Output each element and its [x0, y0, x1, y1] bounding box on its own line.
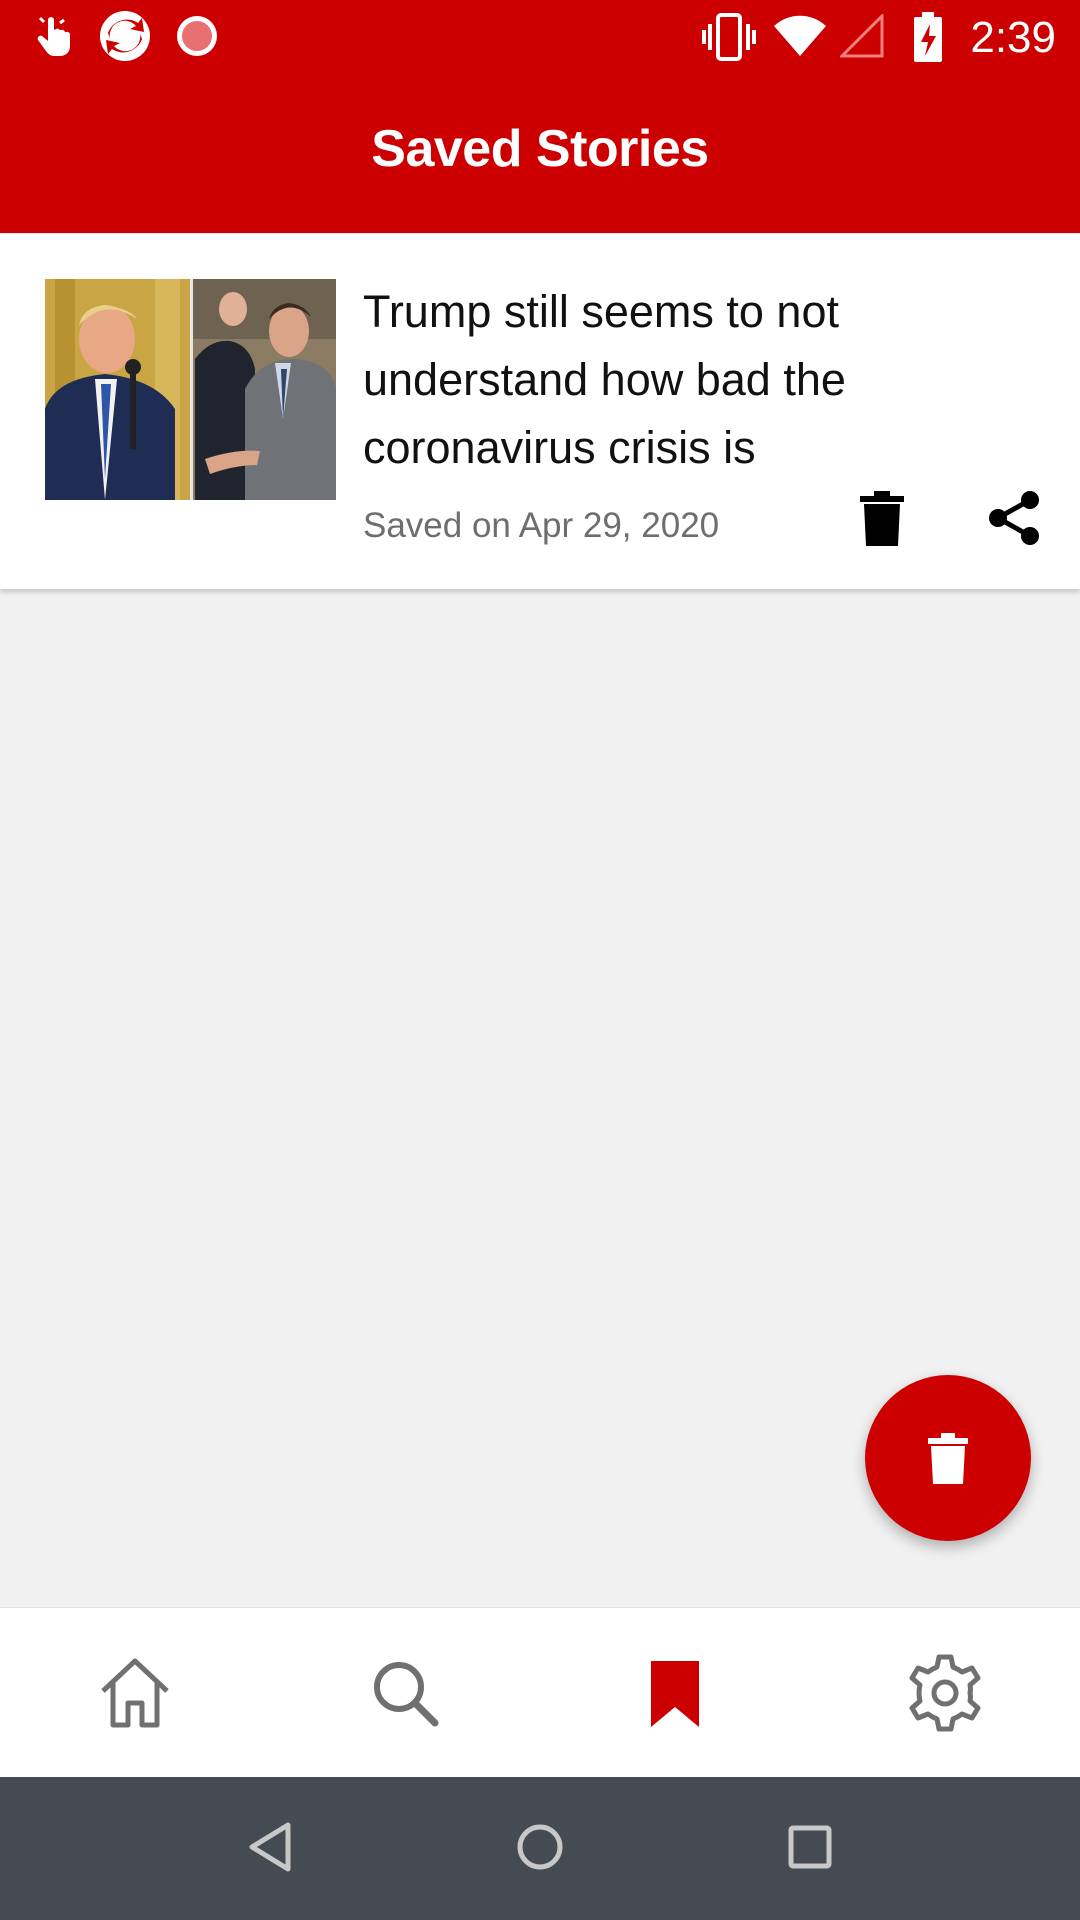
- bottom-navigation: [0, 1607, 1080, 1778]
- app-sync-icon: [100, 11, 150, 61]
- battery-charging-icon: [914, 12, 942, 62]
- story-card[interactable]: Trump still seems to not understand how …: [0, 234, 1080, 589]
- share-icon: [989, 491, 1039, 545]
- bookmark-icon: [651, 1661, 699, 1727]
- app-bar: Saved Stories: [0, 75, 1080, 233]
- status-time: 2:39: [970, 13, 1056, 62]
- home-circle-icon: [517, 1824, 563, 1870]
- system-home-button[interactable]: [490, 1797, 590, 1897]
- story-title[interactable]: Trump still seems to not understand how …: [363, 278, 1023, 482]
- gear-icon: [909, 1654, 981, 1732]
- recents-icon: [788, 1825, 832, 1869]
- system-back-button[interactable]: [220, 1797, 320, 1897]
- search-icon: [374, 1662, 439, 1727]
- status-bar: 2:39: [0, 0, 1080, 75]
- system-navigation-bar: [0, 1777, 1080, 1920]
- nav-settings[interactable]: [810, 1608, 1080, 1778]
- home-icon: [101, 1658, 169, 1728]
- trash-icon: [860, 491, 904, 546]
- delete-all-button[interactable]: [865, 1375, 1031, 1541]
- share-story-button[interactable]: [980, 484, 1048, 552]
- page-title: Saved Stories: [371, 120, 709, 178]
- nav-saved[interactable]: [540, 1608, 810, 1778]
- nav-home[interactable]: [0, 1608, 270, 1778]
- back-icon: [249, 1822, 291, 1872]
- saved-date: Saved on Apr 29, 2020: [363, 506, 720, 545]
- record-icon: [177, 16, 217, 56]
- wifi-icon: [774, 15, 826, 56]
- trash-icon: [928, 1433, 968, 1484]
- system-recents-button[interactable]: [760, 1797, 860, 1897]
- story-thumbnail[interactable]: [45, 279, 336, 500]
- delete-story-button[interactable]: [848, 484, 916, 552]
- vibrate-icon: [702, 13, 756, 61]
- nav-search[interactable]: [270, 1608, 540, 1778]
- signal-icon: [840, 14, 884, 58]
- hand-tap-icon: [37, 16, 71, 56]
